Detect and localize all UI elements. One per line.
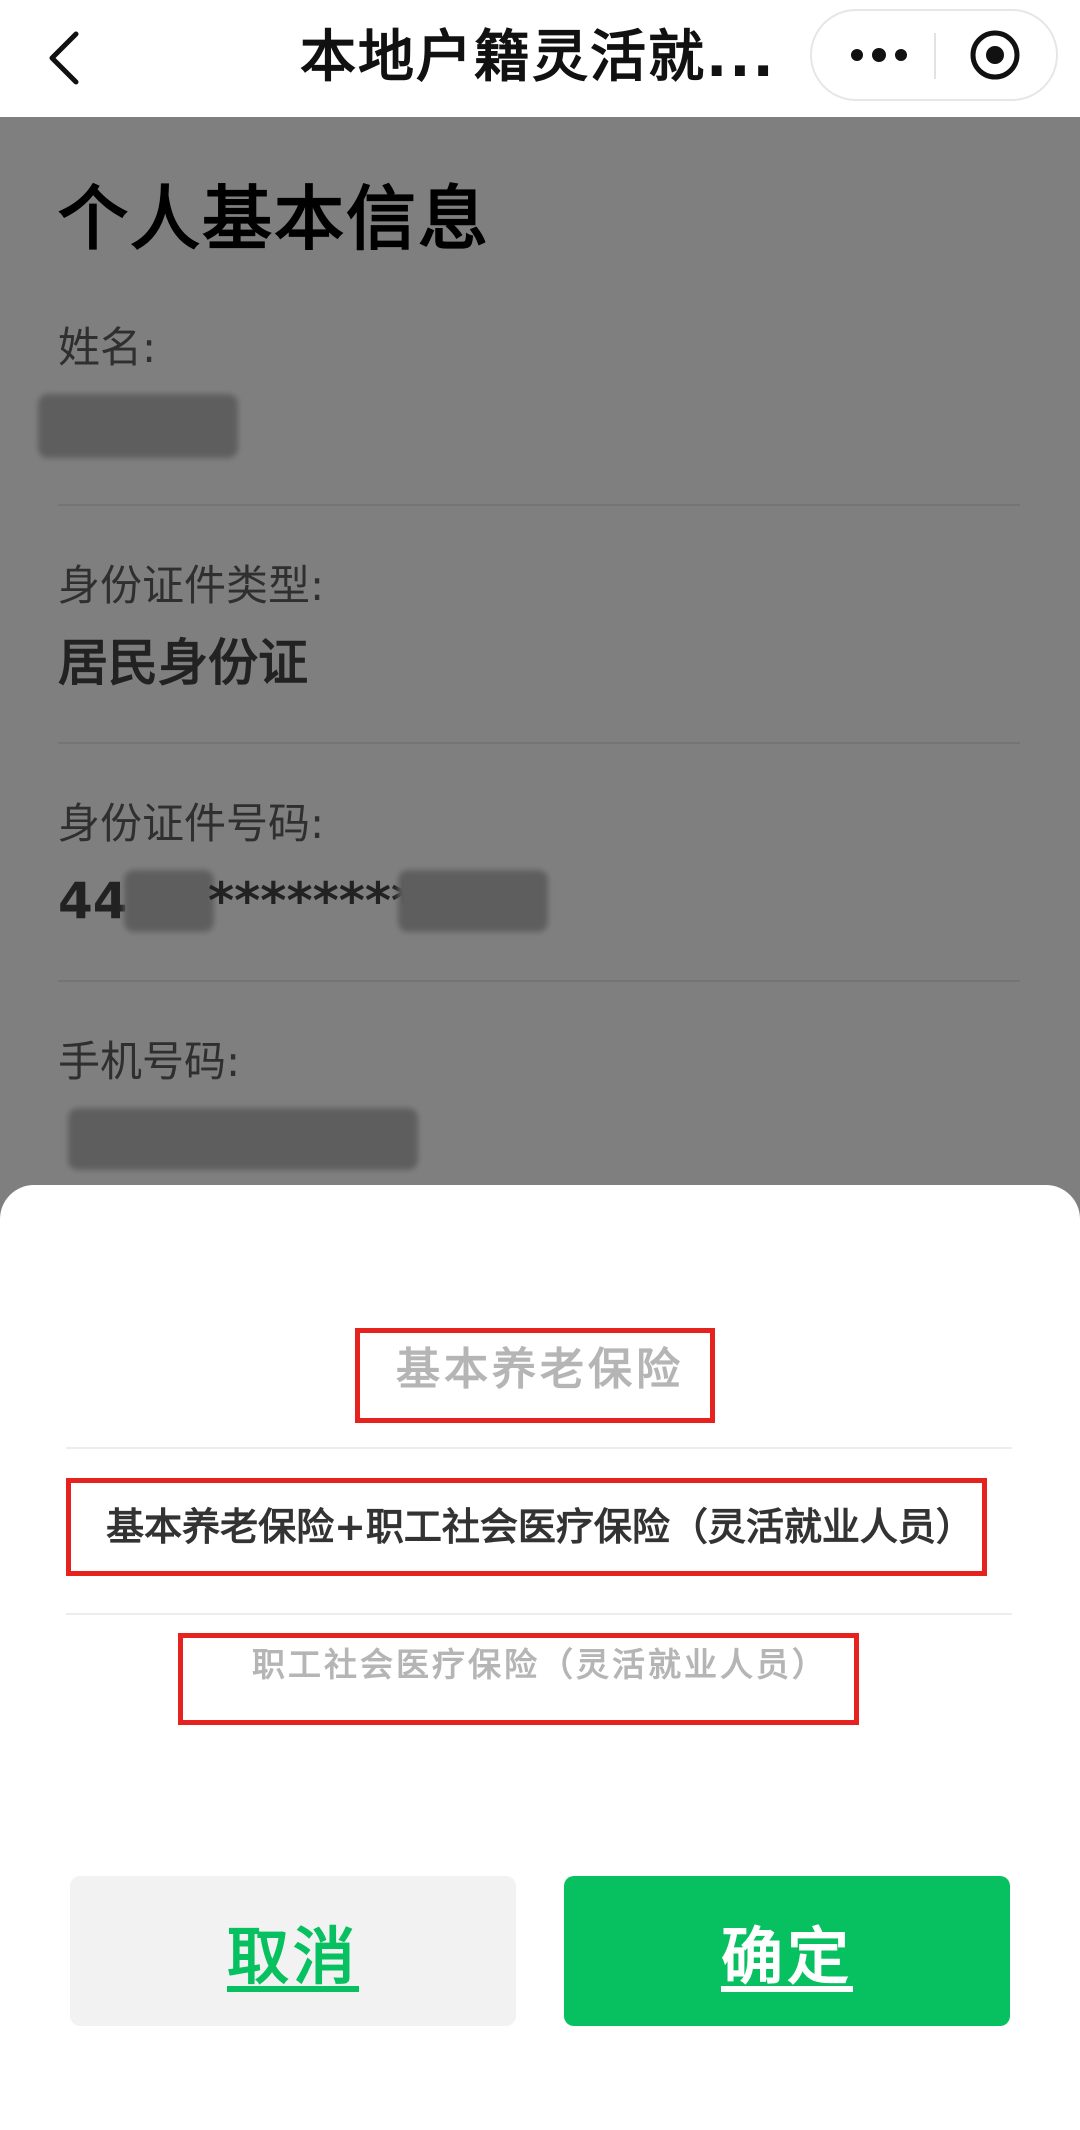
annotation-box-3 bbox=[178, 1633, 859, 1725]
option-divider bbox=[66, 1613, 1012, 1615]
insurance-type-sheet: 基本养老保险 基本养老保险+职工社会医疗保险（灵活就业人员） 职工社会医疗保险（… bbox=[0, 1185, 1080, 2130]
back-button[interactable] bbox=[40, 20, 88, 96]
target-circle-icon bbox=[970, 30, 1020, 80]
more-dots-icon bbox=[851, 48, 907, 62]
mini-program-capsule bbox=[810, 9, 1058, 101]
capsule-divider bbox=[934, 33, 936, 79]
more-button[interactable] bbox=[836, 11, 922, 99]
cancel-button[interactable]: 取消 bbox=[70, 1876, 516, 2026]
option-divider bbox=[66, 1447, 1012, 1449]
top-nav-bar: 本地户籍灵活就... bbox=[0, 0, 1080, 117]
close-mini-program-button[interactable] bbox=[952, 11, 1038, 99]
chevron-left-icon bbox=[49, 31, 79, 85]
page-title: 本地户籍灵活就... bbox=[300, 25, 776, 90]
annotation-box-2 bbox=[66, 1478, 987, 1576]
confirm-button[interactable]: 确定 bbox=[564, 1876, 1010, 2026]
annotation-box-1 bbox=[355, 1328, 715, 1423]
